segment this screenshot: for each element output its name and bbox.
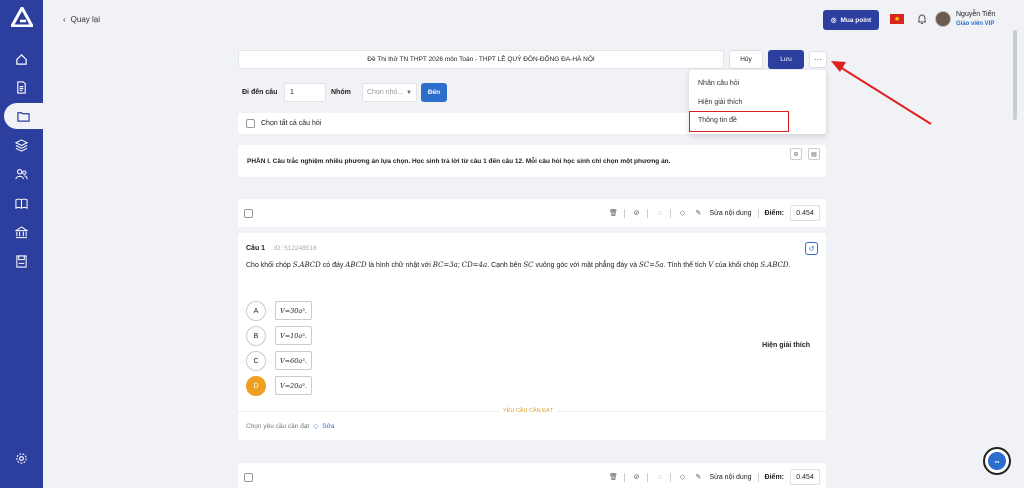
file-icon[interactable]: ▤ bbox=[808, 148, 820, 160]
folder-icon bbox=[17, 111, 30, 122]
hide-icon[interactable]: ⊘ bbox=[631, 208, 641, 218]
option-b-value[interactable]: V=10a³. bbox=[275, 326, 312, 345]
option-c-letter[interactable]: C bbox=[246, 351, 266, 371]
requirement-choose: Chọn yêu cầu cần đạt bbox=[246, 422, 310, 430]
goto-label: Đi đến câu bbox=[242, 89, 278, 96]
sidebar-item-institution[interactable] bbox=[0, 219, 43, 245]
edit-icon[interactable]: ✎ bbox=[693, 208, 703, 218]
exam-title-field[interactable]: Đề Thi thử TN THPT 2026 môn Toán - THPT … bbox=[238, 50, 724, 69]
block-icon[interactable]: ◌ bbox=[654, 472, 664, 482]
user-role: Giáo viên VIP bbox=[956, 21, 995, 27]
back-label: Quay lại bbox=[70, 15, 101, 24]
sidebar-item-users[interactable] bbox=[0, 161, 43, 187]
tag-icon[interactable]: ◇ bbox=[313, 422, 318, 430]
book-icon bbox=[15, 198, 28, 209]
bell-icon[interactable] bbox=[916, 13, 928, 25]
sidebar bbox=[0, 0, 43, 488]
avatar[interactable] bbox=[935, 11, 951, 27]
group-select[interactable]: Chọn nhó... ▼ bbox=[362, 83, 417, 102]
option-c-value[interactable]: V=60a³. bbox=[275, 351, 312, 370]
vietnam-flag-icon[interactable]: ★ bbox=[890, 14, 904, 24]
buy-point-label: Mua point bbox=[840, 16, 872, 24]
score-input[interactable]: 0.454 bbox=[790, 205, 820, 221]
part-header: PHẦN I. Câu trắc nghiệm nhiều phương án … bbox=[238, 145, 826, 177]
sidebar-item-folder[interactable] bbox=[4, 103, 43, 129]
more-options-button[interactable]: ··· bbox=[809, 51, 827, 68]
scrollbar[interactable] bbox=[1013, 30, 1017, 120]
buy-point-button[interactable]: ◎ Mua point bbox=[823, 10, 879, 30]
part-text: PHẦN I. Câu trắc nghiệm nhiều phương án … bbox=[247, 158, 671, 165]
app-logo[interactable] bbox=[11, 7, 33, 27]
show-explanation-button[interactable]: Hiện giải thích bbox=[762, 342, 810, 349]
goto-question-input[interactable]: 1 bbox=[284, 83, 326, 102]
question-checkbox[interactable] bbox=[244, 209, 253, 218]
go-button[interactable]: Đến bbox=[421, 83, 447, 102]
cancel-button[interactable]: Hủy bbox=[729, 50, 763, 69]
edit-content-button[interactable]: Sửa nội dung bbox=[709, 474, 751, 481]
sidebar-item-settings[interactable] bbox=[0, 445, 43, 471]
requirement-label: YÊU CẦU CẦN ĐẠT bbox=[499, 408, 558, 414]
highlight-box bbox=[689, 111, 789, 132]
sidebar-item-storage[interactable] bbox=[0, 248, 43, 274]
question-card: Câu 1 ID: 512248516 ↺ Cho khối chóp S.AB… bbox=[238, 233, 826, 440]
hide-icon[interactable]: ⊘ bbox=[631, 472, 641, 482]
menu-item-hien-giai-thich[interactable]: Hiện giải thích bbox=[698, 99, 742, 106]
group-select-placeholder: Chọn nhó... bbox=[367, 89, 404, 96]
document-icon bbox=[17, 80, 26, 94]
option-a-value[interactable]: V=30a³. bbox=[275, 301, 312, 320]
block-icon[interactable]: ◌ bbox=[654, 208, 664, 218]
group-label: Nhóm bbox=[331, 89, 351, 96]
bank-icon bbox=[15, 225, 28, 238]
users-icon bbox=[15, 168, 28, 179]
headset-icon: ●● bbox=[988, 452, 1006, 470]
support-chat-button[interactable]: ●● bbox=[983, 447, 1011, 475]
sidebar-item-library[interactable] bbox=[0, 190, 43, 216]
option-d-letter[interactable]: D bbox=[246, 376, 266, 396]
score-label: Điểm: bbox=[764, 209, 784, 217]
edit-icon[interactable]: ✎ bbox=[693, 472, 703, 482]
score-label: Điểm: bbox=[764, 473, 784, 481]
tag-icon[interactable]: ◇ bbox=[677, 208, 687, 218]
sidebar-item-documents[interactable] bbox=[0, 74, 43, 100]
requirement-edit-link[interactable]: Sửa bbox=[322, 423, 334, 430]
chevron-left-icon: ‹ bbox=[63, 15, 66, 24]
question-checkbox[interactable] bbox=[244, 473, 253, 482]
sidebar-item-layers[interactable] bbox=[0, 132, 43, 158]
gear-icon bbox=[16, 452, 27, 464]
requirement-row: Chọn yêu cầu cần đạt ◇ Sửa bbox=[246, 422, 335, 431]
topbar: ‹ Quay lại ◎ Mua point ★ Nguyễn Tiến Giá… bbox=[43, 0, 1024, 40]
select-all-label: Chọn tất cả câu hỏi bbox=[261, 120, 322, 127]
save-button[interactable]: Lưu bbox=[768, 50, 804, 69]
trash-icon[interactable]: 🗑 bbox=[608, 472, 618, 482]
hide-icon[interactable]: ⊘ bbox=[790, 148, 802, 160]
menu-item-nhan-cau-hoi[interactable]: Nhân câu hỏi bbox=[698, 80, 739, 87]
edit-content-button[interactable]: Sửa nội dung bbox=[709, 210, 751, 217]
layers-icon bbox=[15, 138, 28, 152]
user-name[interactable]: Nguyễn Tiến bbox=[956, 11, 995, 18]
select-all-checkbox[interactable] bbox=[246, 119, 255, 128]
question-id: ID: 512248516 bbox=[274, 245, 317, 252]
tag-icon[interactable]: ◇ bbox=[677, 472, 687, 482]
sidebar-item-home[interactable] bbox=[0, 46, 43, 72]
question-text: Cho khối chóp S.ABCD có đáy ABCD là hình… bbox=[246, 261, 791, 269]
trash-icon[interactable]: 🗑 bbox=[608, 208, 618, 218]
option-d-value[interactable]: V=20a³. bbox=[275, 376, 312, 395]
back-link[interactable]: ‹ Quay lại bbox=[63, 15, 100, 24]
home-icon bbox=[16, 53, 27, 65]
question-number: Câu 1 bbox=[246, 245, 266, 252]
score-input[interactable]: 0.454 bbox=[790, 469, 820, 485]
coin-icon: ◎ bbox=[830, 17, 837, 24]
option-b-letter[interactable]: B bbox=[246, 326, 266, 346]
question-toolbar: 🗑 ⊘ ◌ ◇ ✎ Sửa nội dung Điểm: 0.454 bbox=[238, 463, 826, 488]
option-a-letter[interactable]: A bbox=[246, 301, 266, 321]
history-icon[interactable]: ↺ bbox=[805, 242, 818, 255]
save-icon bbox=[16, 254, 27, 268]
question-toolbar: 🗑 ⊘ ◌ ◇ ✎ Sửa nội dung Điểm: 0.454 bbox=[238, 199, 826, 227]
caret-down-icon: ▼ bbox=[406, 89, 412, 96]
